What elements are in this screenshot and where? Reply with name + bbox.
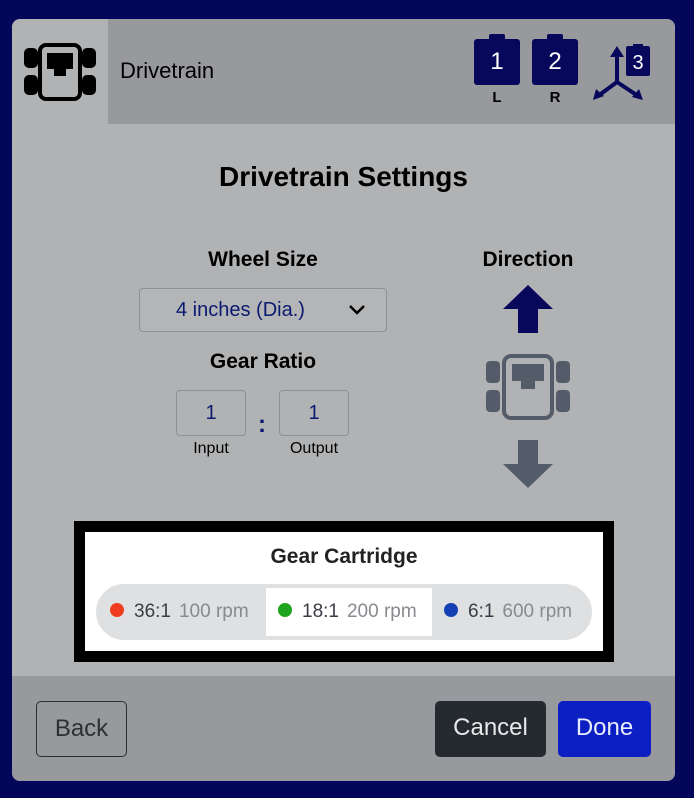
cartridge-ratio: 18:1 [302,601,339,622]
gear-ratio-input-field[interactable]: 1 [176,390,246,436]
direction-reverse-arrow-icon[interactable] [503,440,553,488]
header-title: Drivetrain [120,58,215,83]
cartridge-ratio: 6:1 [468,601,495,622]
gear-cartridge-panel: Gear Cartridge 36:1 100 rpm 18:1 200 rpm 6… [74,521,614,662]
cartridge-rpm: 200 rpm [346,601,417,622]
direction-label: Direction [482,248,574,271]
port-caption: L [492,89,502,106]
gear-cartridge-title: Gear Cartridge [270,545,418,568]
cartridge-rpm: 600 rpm [502,601,573,622]
blue-dot-icon [444,602,458,617]
port-number: 1 [474,34,520,85]
gear-ratio-output-caption: Output [289,440,339,457]
cartridge-rpm: 100 rpm [178,601,249,622]
gyro-icon: 3 [593,43,650,100]
gear-ratio-output-field[interactable]: 1 [279,390,349,436]
chevron-down-icon [349,305,365,315]
cancel-button[interactable]: Cancel [435,701,546,757]
port-caption: R [549,89,561,106]
drivetrain-robot-icon [486,354,570,420]
port-badge-left[interactable]: 1 L [474,34,520,106]
done-button[interactable]: Done [558,701,651,757]
settings-title: Drivetrain Settings [219,161,468,192]
port-number: 2 [532,34,578,85]
dialog-footer: Back Cancel Done [12,676,675,781]
gear-cartridge-card: Gear Cartridge 36:1 100 rpm 18:1 200 rpm 6… [85,532,603,651]
gyro-port-number: 3 [632,52,643,74]
wheel-size-select[interactable]: 4 inches (Dia.) [139,288,387,332]
back-button[interactable]: Back [36,701,127,757]
gear-ratio-input-caption: Input [193,440,229,457]
wheel-size-label: Wheel Size [208,248,318,271]
gear-ratio-separator: : [258,411,266,438]
gear-cartridge-selector: 36:1 100 rpm 18:1 200 rpm 6:1 600 rpm [96,584,592,640]
wheel-size-value: 4 inches (Dia.) [176,299,305,321]
direction-forward-arrow-icon[interactable] [503,285,553,333]
red-dot-icon [110,602,124,617]
drivetrain-dialog: Drivetrain 1 L 2 R 3 Drivetrain Settings… [12,19,675,781]
cartridge-ratio: 36:1 [134,601,171,622]
green-dot-icon [278,602,292,617]
cartridge-option-6-1[interactable]: 6:1 600 rpm [444,588,584,636]
dialog-header: Drivetrain 1 L 2 R 3 [12,19,675,124]
gyro-port-badge[interactable]: 3 [592,43,650,107]
drivetrain-icon [24,43,96,101]
gear-ratio-label: Gear Ratio [209,350,317,373]
drivetrain-device-tile [12,19,108,124]
port-badge-right[interactable]: 2 R [532,34,578,106]
cartridge-option-18-1[interactable]: 18:1 200 rpm [266,588,432,636]
cartridge-option-36-1[interactable]: 36:1 100 rpm [110,588,266,636]
